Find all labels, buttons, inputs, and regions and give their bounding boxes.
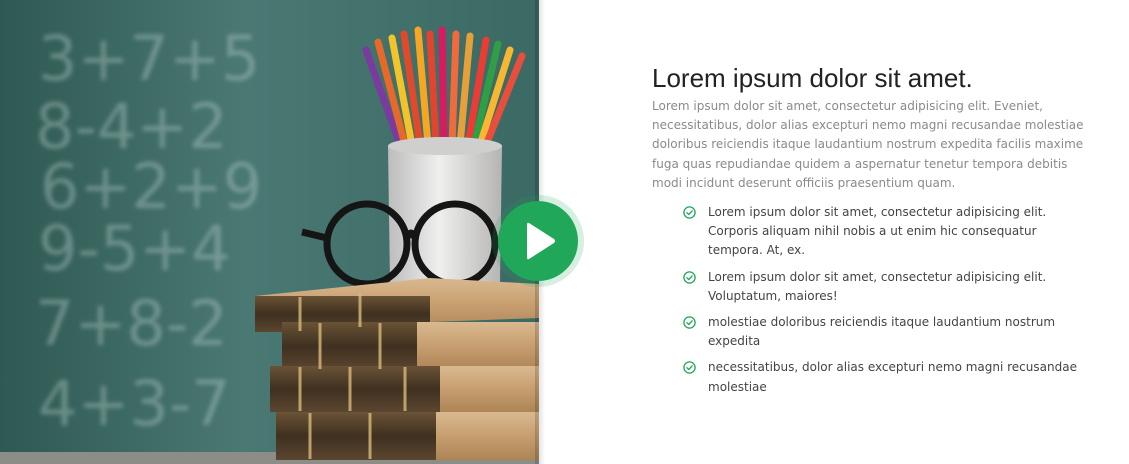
feature-text: necessitatibus, dolor alias excepturi ne… [708,360,1077,394]
chalk-line-1: 3+7+5 [38,22,260,95]
chalk-writing: 3+7+5 8-4+2 6+2+9 9-5+4 7+8-2 4+3-7 [35,22,262,440]
about-section: Lorem ipsum dolor sit amet. Lorem ipsum … [652,62,1084,404]
feature-item: Lorem ipsum dolor sit amet, consectetur … [683,203,1084,261]
feature-item: necessitatibus, dolor alias excepturi ne… [683,358,1084,396]
check-circle-icon [683,316,696,329]
section-title: Lorem ipsum dolor sit amet. [652,63,973,93]
check-circle-icon [683,361,696,375]
check-circle-icon [683,270,696,284]
chalk-line-6: 4+3-7 [38,367,231,440]
book-stack [255,278,539,460]
feature-text: Lorem ipsum dolor sit amet, consectetur … [708,205,1047,258]
chalk-line-5: 7+8-2 [35,287,228,360]
section-intro: Lorem ipsum dolor sit amet, consectetur … [652,99,1084,190]
feature-item: molestiae doloribus reiciendis itaque la… [683,313,1084,351]
classroom-image: 3+7+5 8-4+2 6+2+9 9-5+4 7+8-2 4+3-7 [0,0,539,464]
play-icon [527,222,555,260]
feature-list: Lorem ipsum dolor sit amet, consectetur … [652,203,1084,397]
chalk-line-4: 9-5+4 [38,212,231,285]
video-thumbnail: 3+7+5 8-4+2 6+2+9 9-5+4 7+8-2 4+3-7 [0,0,539,464]
feature-text: molestiae doloribus reiciendis itaque la… [708,315,1056,349]
feature-text: Lorem ipsum dolor sit amet, consectetur … [708,269,1047,303]
check-circle-icon [683,206,696,219]
play-video-button[interactable] [498,201,578,281]
feature-item: Lorem ipsum dolor sit amet, consectetur … [683,268,1084,306]
